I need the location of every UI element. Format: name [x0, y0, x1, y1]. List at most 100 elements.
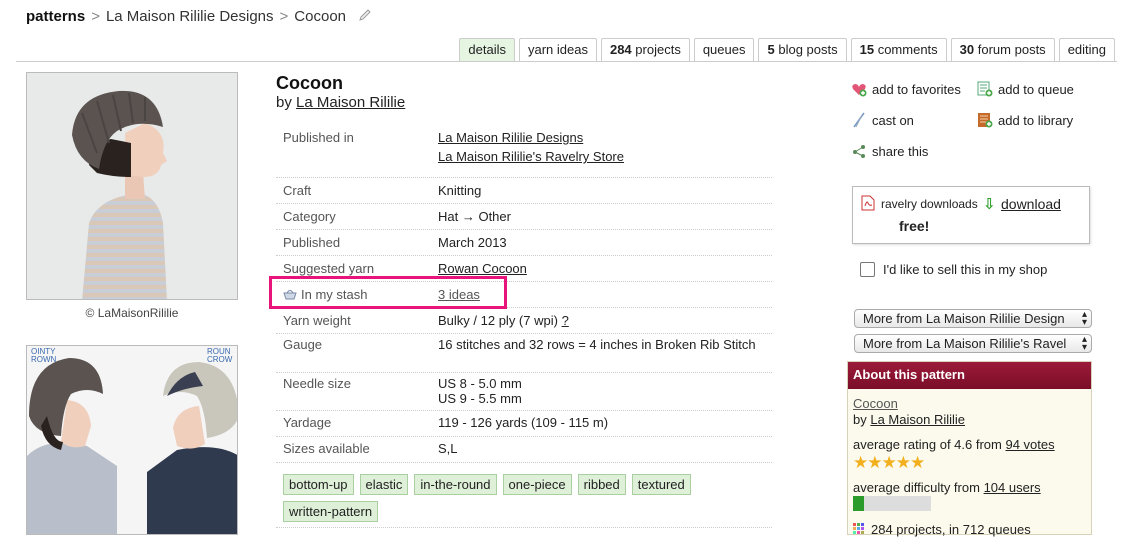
tag[interactable]: in-the-round: [414, 474, 497, 495]
tab-count: 30: [959, 42, 975, 57]
tab-divider: [16, 61, 1117, 62]
download-link[interactable]: download: [1001, 196, 1061, 212]
pattern-title: Cocoon: [276, 73, 343, 93]
pdf-icon: [861, 195, 875, 211]
pattern-photo-main[interactable]: [26, 72, 238, 300]
tab-label: forum posts: [977, 42, 1046, 57]
sell-in-shop-row[interactable]: I'd like to sell this in my shop: [860, 262, 1047, 277]
share-icon: [853, 145, 865, 158]
tag[interactable]: one-piece: [502, 474, 572, 495]
tab-yarn-ideas[interactable]: yarn ideas: [518, 38, 597, 61]
knitting-needles-icon: [853, 112, 865, 128]
select-value: More from La Maison Rililie's Ravel: [863, 336, 1067, 351]
breadcrumb-current: Cocoon: [294, 8, 346, 25]
svg-text:ROWN: ROWN: [31, 355, 57, 364]
difficulty-users-link[interactable]: 104 users: [984, 480, 1041, 495]
detail-label: Yardage: [283, 415, 332, 430]
action-label: cast on: [872, 113, 914, 128]
select-value: More from La Maison Rililie Design: [863, 311, 1065, 326]
more-from-designer-select[interactable]: More from La Maison Rililie Design ▴ ▾: [854, 309, 1092, 328]
detail-row-gauge: Gauge 16 stitches and 32 rows = 4 inches…: [276, 333, 772, 372]
designer-link[interactable]: La Maison Rililie: [296, 94, 405, 111]
breadcrumb-patterns-link[interactable]: patterns: [26, 8, 85, 25]
tab-comments[interactable]: 15 comments: [850, 38, 947, 61]
tab-projects[interactable]: 284 projects: [600, 38, 690, 61]
tab-queues[interactable]: queues: [693, 38, 755, 61]
about-by-prefix: by: [853, 412, 867, 427]
about-byline: by La Maison Rililie: [853, 412, 965, 427]
photo-illustration: OINTY ROWN ROUN CROW: [27, 346, 237, 534]
cast-on-button[interactable]: cast on: [851, 112, 914, 128]
tab-label: comments: [877, 42, 938, 57]
published-in-link-store[interactable]: La Maison Rililie's Ravelry Store: [438, 149, 624, 164]
tab-count: 284: [609, 42, 632, 57]
detail-label: Gauge: [283, 337, 323, 352]
yardage-value: 119 - 126 yards (109 - 115 m): [438, 415, 609, 430]
detail-label: Needle size: [283, 376, 351, 391]
action-label: add to queue: [998, 82, 1074, 97]
about-designer-link[interactable]: La Maison Rililie: [870, 412, 965, 427]
rating-votes-link[interactable]: 94 votes: [1005, 437, 1054, 452]
about-pattern-panel: About this pattern Cocoon by La Maison R…: [847, 361, 1092, 537]
pattern-tabs: details yarn ideas 284 projects queues 5…: [455, 38, 1115, 61]
about-difficulty: average difficulty from 104 users: [853, 480, 1041, 495]
tag[interactable]: elastic: [359, 474, 409, 495]
edit-pencil-icon[interactable]: [358, 8, 372, 22]
tab-label: details: [468, 42, 506, 57]
download-price: free!: [899, 218, 930, 234]
share-button[interactable]: share this: [851, 143, 928, 159]
tag[interactable]: ribbed: [577, 474, 626, 495]
tab-details[interactable]: details: [459, 38, 515, 61]
gauge-value: 16 stitches and 32 rows = 4 inches in Br…: [438, 337, 756, 352]
about-rating: average rating of 4.6 from 94 votes: [853, 437, 1055, 452]
detail-row-yarn-weight: Yarn weight Bulky / 12 ply (7 wpi) ?: [276, 307, 772, 333]
queue-list-icon: [977, 81, 993, 97]
tag[interactable]: written-pattern: [283, 501, 379, 522]
about-pattern-name-link[interactable]: Cocoon: [853, 396, 898, 411]
needle-size-1: US 8 - 5.0 mm: [438, 376, 522, 391]
tab-editing[interactable]: editing: [1058, 38, 1115, 61]
tags-divider: [276, 527, 772, 528]
sell-in-shop-label: I'd like to sell this in my shop: [883, 262, 1048, 277]
tab-label: editing: [1067, 42, 1106, 57]
more-from-store-select[interactable]: More from La Maison Rililie's Ravel ▴ ▾: [854, 334, 1092, 353]
rating-stars: ★★★★★: [853, 453, 925, 472]
tag[interactable]: bottom-up: [283, 474, 354, 495]
detail-row-yardage: Yardage 119 - 126 yards (109 - 115 m): [276, 410, 772, 436]
needle-size-2: US 9 - 5.5 mm: [438, 391, 522, 406]
sell-in-shop-checkbox[interactable]: [860, 262, 875, 277]
yarn-weight-help-link[interactable]: ?: [562, 313, 569, 328]
heart-icon: [852, 84, 867, 97]
byline-prefix: by: [276, 94, 292, 111]
difficulty-bar: [853, 496, 931, 511]
detail-row-craft: Craft Knitting: [276, 177, 772, 203]
published-in-link-designs[interactable]: La Maison Rililie Designs: [438, 130, 583, 145]
breadcrumb-designer-link[interactable]: La Maison Rililie Designs: [106, 8, 274, 25]
add-to-library-button[interactable]: add to library: [977, 112, 1073, 128]
photo-illustration: [27, 73, 237, 299]
tab-blog-posts[interactable]: 5 blog posts: [758, 38, 847, 61]
difficulty-text: average difficulty from: [853, 480, 980, 495]
tag[interactable]: textured: [631, 474, 691, 495]
stash-highlight-box: [269, 276, 507, 309]
add-to-queue-button[interactable]: add to queue: [977, 81, 1074, 97]
suggested-yarn-link[interactable]: Rowan Cocoon: [438, 261, 527, 276]
detail-row-published: Published March 2013: [276, 229, 772, 255]
add-to-favorites-button[interactable]: add to favorites: [851, 81, 961, 97]
pattern-photo-secondary[interactable]: OINTY ROWN ROUN CROW: [26, 345, 238, 535]
detail-row-sizes: Sizes available S,L: [276, 436, 772, 462]
yarn-weight-value-wrap: Bulky / 12 ply (7 wpi) ?: [438, 313, 569, 328]
tab-forum-posts[interactable]: 30 forum posts: [950, 38, 1055, 61]
rating-text: average rating of 4.6 from: [853, 437, 1002, 452]
tab-label: yarn ideas: [527, 42, 588, 57]
tab-label: blog posts: [778, 42, 838, 57]
action-label: add to library: [998, 113, 1074, 128]
action-label: add to favorites: [872, 82, 961, 97]
published-value: March 2013: [438, 235, 507, 250]
breadcrumb: patterns > La Maison Rililie Designs > Cocoo…: [26, 8, 372, 25]
download-arrow-icon: ⇩: [983, 196, 996, 213]
pattern-tags: bottom-up elastic in-the-round one-piece rib…: [283, 474, 763, 528]
detail-divider: [276, 462, 772, 463]
breadcrumb-separator: >: [91, 8, 100, 25]
detail-label: Yarn weight: [283, 313, 351, 328]
